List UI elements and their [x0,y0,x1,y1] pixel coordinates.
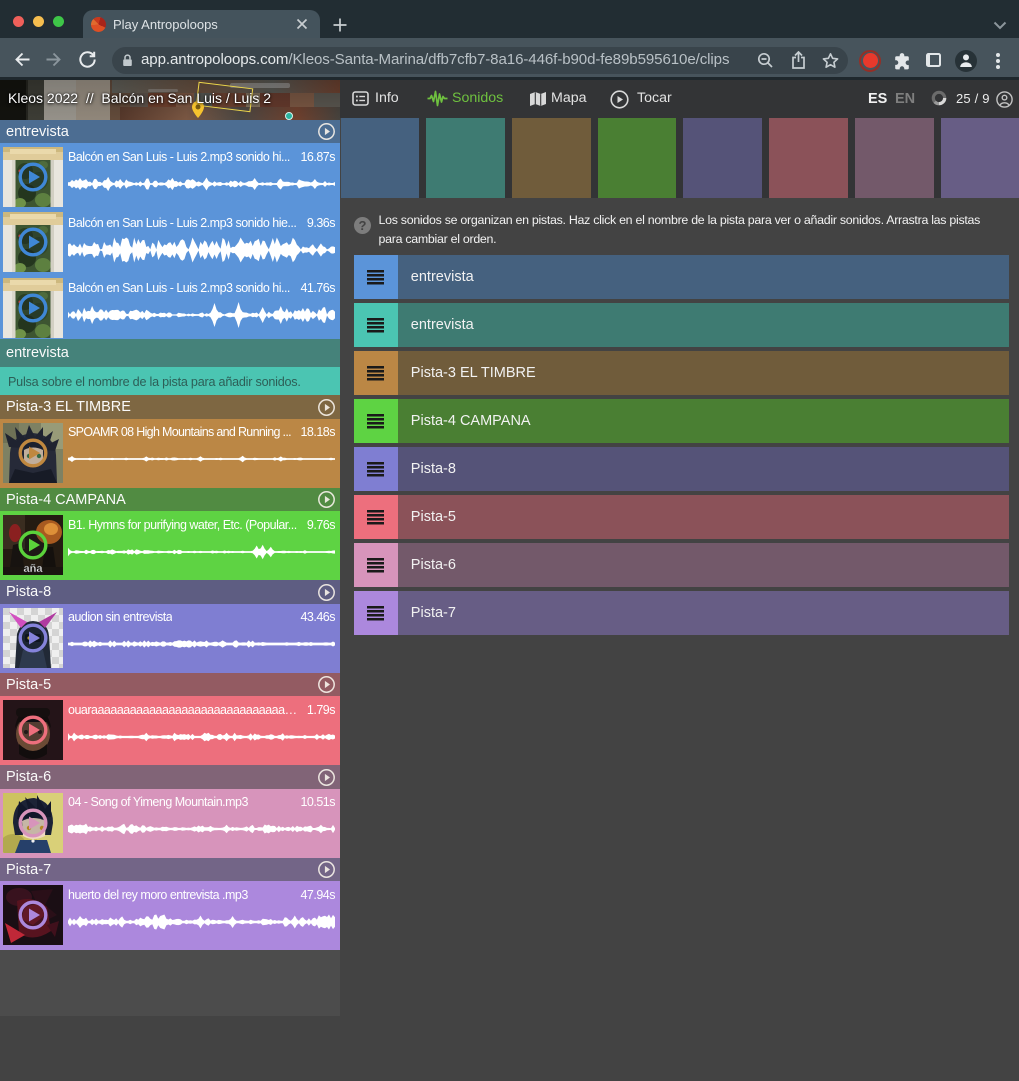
svg-text:aña: aña [24,563,44,575]
